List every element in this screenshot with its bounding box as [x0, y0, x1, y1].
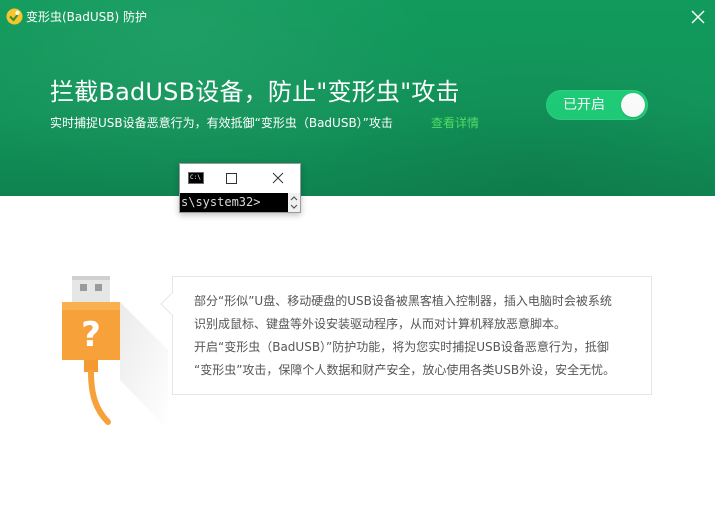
cmd-window[interactable]: C:\ s\system32> — [179, 163, 301, 213]
cmd-icon: C:\ — [188, 172, 204, 184]
banner-subline: 实时捕捉USB设备恶意行为，有效抵御“变形虫（BadUSB）”攻击 — [50, 115, 393, 131]
view-details-link[interactable]: 查看详情 — [431, 115, 479, 131]
toggle-knob — [621, 93, 645, 117]
info-line: 识别成鼠标、键盘等外设安装驱动程序，从而对计算机释放恶意脚本。 — [194, 317, 567, 331]
window-title: 变形虫(BadUSB) 防护 — [26, 10, 148, 24]
svg-text:?: ? — [81, 315, 101, 355]
info-line: 部分“形似”U盘、移动硬盘的USB设备被黑客植入控制器，插入电脑时会被系统 — [194, 294, 612, 308]
cmd-console-text[interactable]: s\system32> — [180, 193, 288, 212]
info-card-pointer — [160, 292, 174, 316]
cmd-close-icon[interactable] — [270, 170, 286, 186]
usb-question-icon: ? — [62, 276, 168, 430]
cmd-title-bar[interactable]: C:\ — [180, 164, 300, 193]
app-logo-icon — [6, 8, 23, 25]
title-bar: 变形虫(BadUSB) 防护 — [0, 0, 715, 34]
cmd-icon-text: C:\ — [190, 174, 201, 181]
badusb-protection-window: 变形虫(BadUSB) 防护 拦截BadUSB设备，防止"变形虫"攻击 实时捕捉… — [0, 0, 715, 507]
header-banner: 变形虫(BadUSB) 防护 拦截BadUSB设备，防止"变形虫"攻击 实时捕捉… — [0, 0, 715, 196]
cmd-scrollbar[interactable] — [288, 193, 300, 212]
close-icon[interactable] — [689, 8, 707, 26]
info-line: 开启“变形虫（BadUSB）”防护功能，将为您实时捕捉USB设备恶意行为，抵御 — [194, 340, 609, 354]
protection-toggle[interactable]: 已开启 — [546, 90, 648, 120]
info-description: 部分“形似”U盘、移动硬盘的USB设备被黑客植入控制器，插入电脑时会被系统 识别… — [194, 290, 634, 382]
banner-headline: 拦截BadUSB设备，防止"变形虫"攻击 — [50, 78, 460, 106]
banner-subline-text: 实时捕捉USB设备恶意行为，有效抵御“变形虫（BadUSB）”攻击 — [50, 116, 393, 130]
maximize-icon[interactable] — [226, 173, 237, 184]
info-line: “变形虫”攻击，保障个人数据和财产安全，放心使用各类USB外设，安全无忧。 — [194, 363, 616, 377]
toggle-label: 已开启 — [563, 97, 605, 113]
